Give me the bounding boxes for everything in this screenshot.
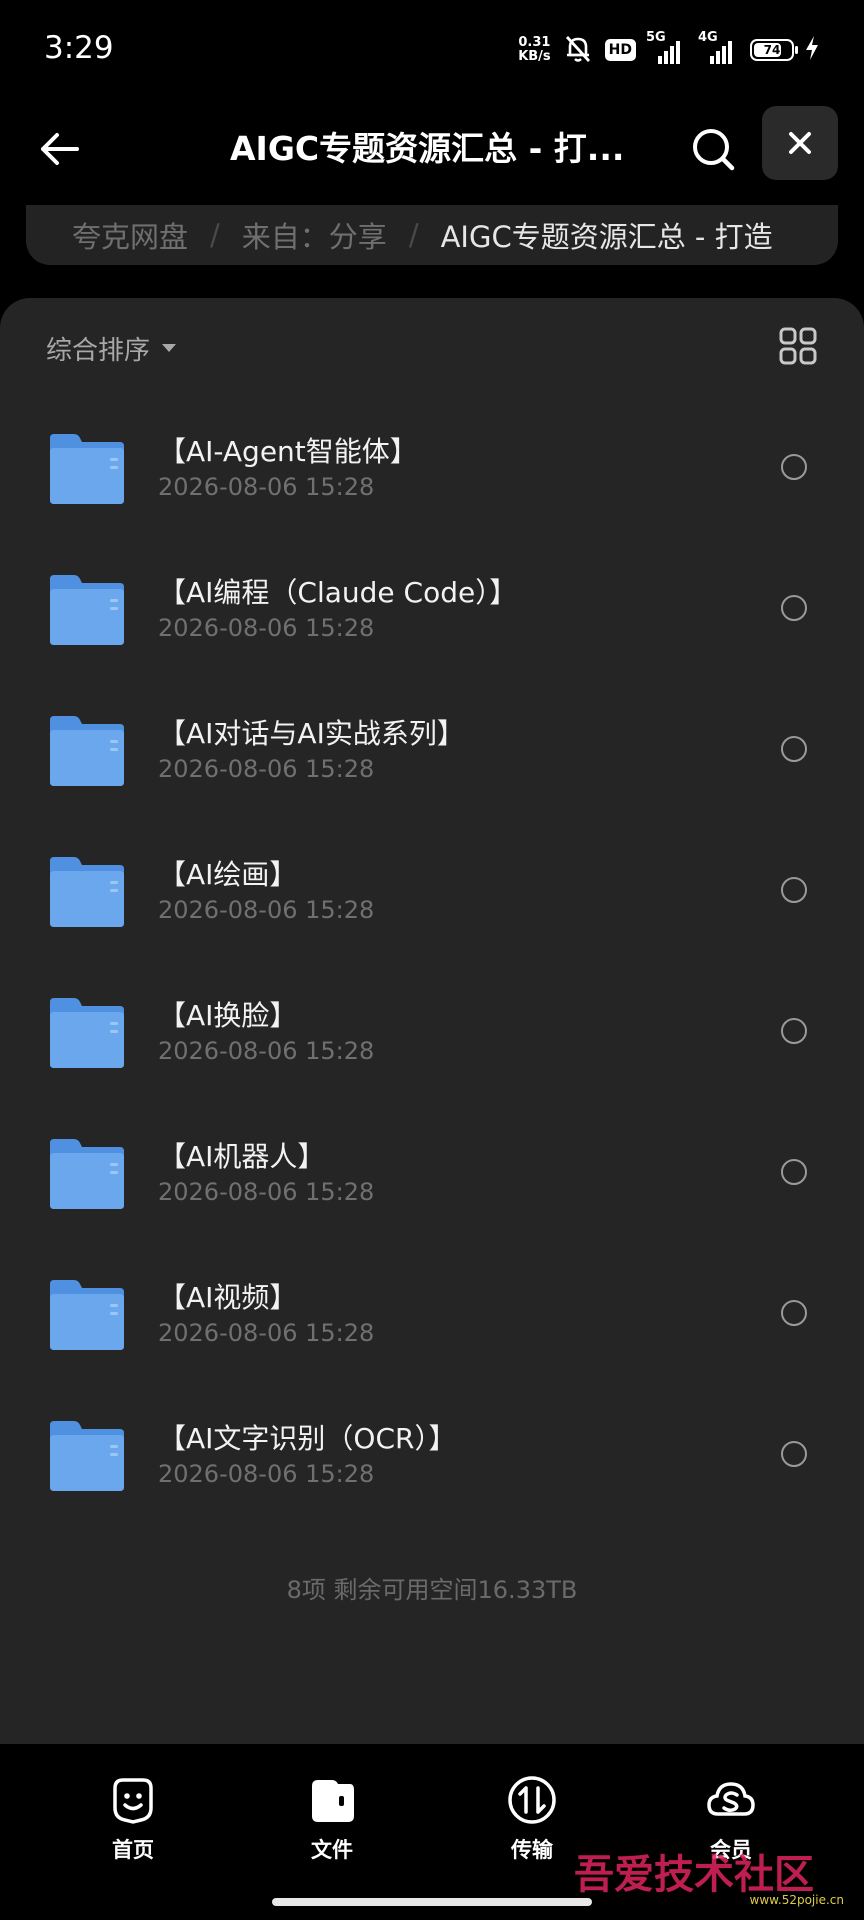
file-row[interactable]: 【AI绘画】 2026-08-06 15:28 [0,831,864,972]
breadcrumb-root[interactable]: 夸克网盘 [72,214,188,256]
sort-dropdown[interactable]: 综合排序 [46,328,177,368]
wallet-icon [312,1780,354,1822]
sort-label: 综合排序 [46,335,151,366]
watermark-logo: 吾爱技术社区 www.52pojie.cn [574,1852,844,1907]
hd-badge: HD [604,39,636,61]
status-time: 3:29 [44,30,114,66]
close-button[interactable] [762,106,838,180]
grid-view-icon [779,327,817,365]
signal-4g-icon: 4G [698,30,740,68]
charging-bolt-icon [804,35,820,65]
file-date: 2026-08-06 15:28 [158,614,375,642]
folder-icon [50,1139,124,1209]
file-date: 2026-08-06 15:28 [158,1460,375,1488]
muted-bell-icon [561,31,595,69]
file-date: 2026-08-06 15:28 [158,1319,375,1347]
battery-icon: 74 [750,39,798,61]
select-radio[interactable] [781,877,807,903]
file-name: 【AI编程（Claude Code）】 [158,576,518,609]
caret-down-icon [162,344,177,352]
select-radio[interactable] [781,1018,807,1044]
grid-view-button[interactable] [778,326,818,366]
file-list: 【AI-Agent智能体】 2026-08-06 15:28 【AI编程（Claud… [0,408,864,1536]
file-row[interactable]: 【AI文字识别（OCR）】 2026-08-06 15:28 [0,1395,864,1536]
signal-5g-icon: 5G [646,30,688,68]
file-date: 2026-08-06 15:28 [158,755,375,783]
folder-icon [50,857,124,927]
cloud-s-icon [707,1782,755,1816]
file-row[interactable]: 【AI编程（Claude Code）】 2026-08-06 15:28 [0,549,864,690]
file-row[interactable]: 【AI视频】 2026-08-06 15:28 [0,1254,864,1395]
page-title: AIGC专题资源汇总 - 打... [230,129,625,168]
top-bar: AIGC专题资源汇总 - 打... [0,100,864,210]
status-icons: 0.31 KB/s HD 5G 4G 74 [518,30,820,70]
file-row[interactable]: 【AI换脸】 2026-08-06 15:28 [0,972,864,1113]
folder-icon [50,1421,124,1491]
select-radio[interactable] [781,454,807,480]
file-panel: 综合排序 【AI-Agent智能体】 2026-08-06 15:28 【AI编程（… [0,298,864,1744]
file-name: 【AI-Agent智能体】 [158,435,418,468]
file-name: 【AI文字识别（OCR）】 [158,1422,457,1455]
folder-icon [50,1280,124,1350]
file-row[interactable]: 【AI对话与AI实战系列】 2026-08-06 15:28 [0,690,864,831]
file-row[interactable]: 【AI-Agent智能体】 2026-08-06 15:28 [0,408,864,549]
file-name: 【AI绘画】 [158,858,298,891]
back-button[interactable] [30,120,88,178]
file-date: 2026-08-06 15:28 [158,1178,375,1206]
breadcrumb-shared[interactable]: 来自：分享 [242,214,387,256]
search-button[interactable] [684,120,742,178]
nav-home[interactable]: 首页 [78,1774,188,1884]
breadcrumb-separator: / [408,218,419,252]
status-bar: 3:29 0.31 KB/s HD 5G 4G 74 [0,0,864,100]
back-arrow-icon [41,133,79,165]
svg-text:吾爱技术社区: 吾爱技术社区 [574,1852,814,1898]
smile-icon [113,1778,153,1824]
file-date: 2026-08-06 15:28 [158,896,375,924]
select-radio[interactable] [781,1441,807,1467]
folder-icon [50,716,124,786]
folder-icon [50,575,124,645]
file-date: 2026-08-06 15:28 [158,1037,375,1065]
close-icon [789,132,811,154]
file-row[interactable]: 【AI机器人】 2026-08-06 15:28 [0,1113,864,1254]
battery-level: 74 [763,43,781,57]
nav-files[interactable]: 文件 [277,1774,387,1884]
breadcrumb-current: AIGC专题资源汇总 - 打造 [440,220,773,254]
network-speed: 0.31 KB/s [518,36,550,64]
file-name: 【AI换脸】 [158,999,298,1032]
file-name: 【AI机器人】 [158,1140,326,1173]
select-radio[interactable] [781,736,807,762]
breadcrumb-separator: / [210,218,220,252]
svg-text:www.52pojie.cn: www.52pojie.cn [750,1893,844,1907]
breadcrumb: 夸克网盘 / 来自：分享 / AIGC专题资源汇总 - 打造 [26,205,838,265]
network-speed-value: 0.31 [518,35,551,50]
network-speed-unit: KB/s [518,49,551,64]
home-indicator[interactable] [272,1898,592,1906]
select-radio[interactable] [781,1159,807,1185]
search-icon [693,129,735,171]
file-name: 【AI视频】 [158,1281,298,1314]
storage-summary: 8项 剩余可用空间16.33TB [286,1576,578,1604]
file-name: 【AI对话与AI实战系列】 [158,717,465,750]
folder-icon [50,998,124,1068]
select-radio[interactable] [781,1300,807,1326]
select-radio[interactable] [781,595,807,621]
folder-icon [50,434,124,504]
transfer-icon [508,1776,556,1824]
file-date: 2026-08-06 15:28 [158,473,375,501]
